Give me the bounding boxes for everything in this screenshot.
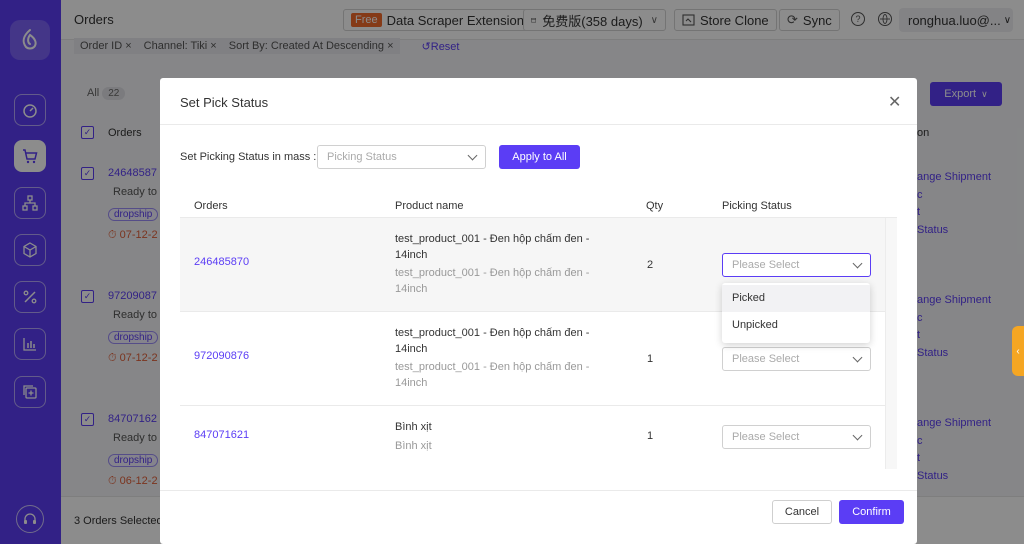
table-row: 847071621 Bình xịt Bình xịt 1 Please Sel… [180, 406, 885, 469]
chevron-down-icon [852, 430, 863, 441]
product-name: test_product_001 - Đen hộp chấm đen - 14… [395, 233, 590, 261]
quantity: 2 [647, 259, 654, 271]
mass-status-label: Set Picking Status in mass : [180, 151, 317, 163]
chevron-down-icon [467, 150, 478, 161]
picking-status-select[interactable]: Please Select [722, 253, 871, 277]
table-scrollbar[interactable] [885, 218, 897, 469]
picking-status-select[interactable]: Please Select [722, 425, 871, 449]
product-name-header: Product name [395, 200, 464, 212]
select-placeholder: Please Select [732, 259, 800, 271]
chevron-down-icon [852, 352, 863, 363]
cancel-button[interactable]: Cancel [772, 500, 832, 524]
close-icon[interactable]: ✕ [888, 95, 901, 111]
option-picked[interactable]: Picked [722, 285, 870, 312]
mass-picking-status-select[interactable]: Picking Status [317, 145, 486, 169]
mass-select-placeholder: Picking Status [327, 151, 397, 163]
order-id-link[interactable]: 246485870 [194, 256, 249, 268]
order-id-link[interactable]: 847071621 [194, 429, 249, 441]
picking-status-header: Picking Status [722, 200, 792, 212]
confirm-button[interactable]: Confirm [839, 500, 904, 524]
set-pick-status-modal: Set Pick Status ✕ Set Picking Status in … [160, 78, 917, 544]
select-placeholder: Please Select [732, 431, 800, 443]
modal-title: Set Pick Status [180, 95, 269, 110]
chevron-down-icon [852, 258, 863, 269]
order-id-link[interactable]: 972090876 [194, 350, 249, 362]
divider [160, 490, 917, 491]
apply-to-all-button[interactable]: Apply to All [499, 145, 580, 169]
product-name: Bình xịt [395, 421, 432, 433]
quantity: 1 [647, 353, 654, 365]
side-collapse-tab[interactable]: ‹ [1012, 326, 1024, 376]
orders-header: Orders [194, 200, 228, 212]
product-name: test_product_001 - Đen hộp chấm đen - 14… [395, 327, 590, 355]
option-unpicked[interactable]: Unpicked [722, 312, 870, 339]
picking-status-select[interactable]: Please Select [722, 347, 871, 371]
select-placeholder: Please Select [732, 353, 800, 365]
product-variant: Bình xịt [395, 440, 432, 452]
picking-status-dropdown: Picked Unpicked [722, 283, 870, 343]
chevron-left-icon: ‹ [1016, 345, 1020, 357]
divider [160, 124, 917, 125]
qty-header: Qty [646, 200, 664, 212]
product-variant: test_product_001 - Đen hộp chấm đen - 14… [395, 361, 590, 389]
quantity: 1 [647, 430, 654, 442]
product-variant: test_product_001 - Đen hộp chấm đen - 14… [395, 267, 590, 295]
